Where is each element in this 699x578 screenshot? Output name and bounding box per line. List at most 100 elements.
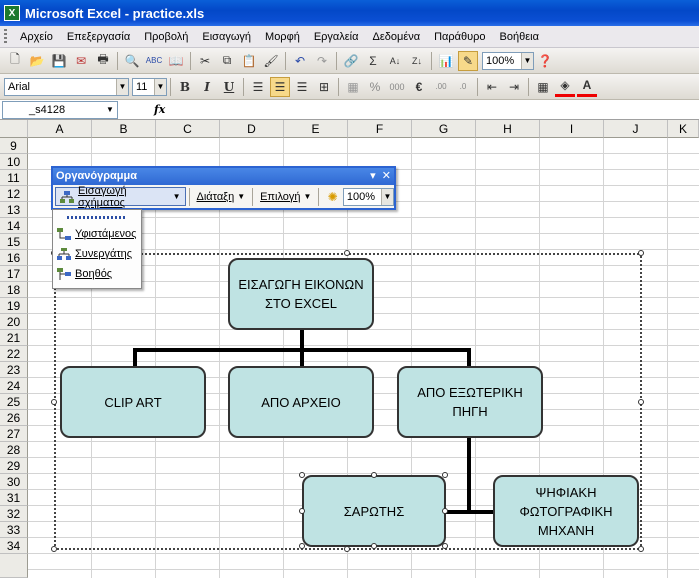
row-header[interactable]: 24 [0,378,28,394]
column-header[interactable]: I [540,120,604,138]
align-right-icon[interactable]: ☰ [292,77,312,97]
row-header[interactable]: 18 [0,282,28,298]
menu-data[interactable]: Δεδομένα [366,27,428,47]
undo-icon[interactable]: ↶ [290,51,310,71]
close-icon[interactable]: ✕ [382,170,391,182]
paste-icon[interactable]: 📋 [239,51,259,71]
menu-item-subordinate[interactable]: Υφιστάμενος [53,224,141,244]
row-header[interactable]: 33 [0,522,28,538]
row-header[interactable]: 9 [0,138,28,154]
zoom-combo[interactable]: 100% ▼ [482,51,534,70]
merge-center-icon[interactable]: ⊞ [314,77,334,97]
borders-icon[interactable]: ▦ [533,77,553,97]
font-combo[interactable]: Arial ▼ [4,77,129,96]
row-header[interactable]: 12 [0,186,28,202]
menu-window[interactable]: Παράθυρο [427,27,492,47]
fill-color-icon[interactable]: ◈ [555,77,575,97]
resize-handle[interactable] [344,250,350,256]
copy-icon[interactable]: ⧉ [217,51,237,71]
sort-desc-icon[interactable]: Z↓ [407,51,427,71]
grip-handle[interactable] [4,28,7,45]
org-node-root[interactable]: ΕΙΣΑΓΩΓΗ ΕΙΚΟΝΩΝ ΣΤΟ EXCEL [228,258,374,330]
currency-icon[interactable]: ▦ [343,77,363,97]
thousands-button[interactable]: 000 [387,77,407,97]
org-node-external-source[interactable]: ΑΠΟ ΕΞΩΤΕΡΙΚΗ ΠΗΓΗ [397,366,543,438]
node-selection-handle[interactable] [442,543,448,549]
row-header[interactable]: 16 [0,250,28,266]
row-header[interactable]: 27 [0,426,28,442]
node-selection-handle[interactable] [442,508,448,514]
org-node-scanner[interactable]: ΣΑΡΩΤΗΣ [302,475,446,547]
row-header[interactable]: 14 [0,218,28,234]
row-header[interactable]: 34 [0,538,28,554]
row-header[interactable]: 10 [0,154,28,170]
column-header[interactable]: E [284,120,348,138]
new-icon[interactable]: 🗋 [5,51,25,71]
save-icon[interactable]: 💾 [49,51,69,71]
chevron-down-icon[interactable]: ▼ [103,102,117,118]
toolbar-options-icon[interactable]: ▾ [370,170,376,182]
research-icon[interactable]: 📖 [166,51,186,71]
row-header[interactable]: 11 [0,170,28,186]
node-selection-handle[interactable] [299,508,305,514]
column-header[interactable]: C [156,120,220,138]
node-selection-handle[interactable] [371,543,377,549]
row-header[interactable]: 28 [0,442,28,458]
name-box[interactable]: _s4128 ▼ [2,100,118,119]
chevron-down-icon[interactable]: ▼ [116,78,128,95]
resize-handle[interactable] [638,250,644,256]
align-left-icon[interactable]: ☰ [248,77,268,97]
chevron-down-icon[interactable]: ▼ [154,78,166,95]
insert-shape-button[interactable]: Εισαγωγή σχήματος ▼ [55,185,186,209]
increase-decimal-icon[interactable]: .00 [431,77,451,97]
drawing-icon[interactable]: ✎ [458,50,478,71]
spelling-icon[interactable]: ABC [144,51,164,71]
menu-help[interactable]: Βοήθεια [493,27,546,47]
column-header[interactable]: B [92,120,156,138]
increase-indent-icon[interactable]: ⇥ [504,77,524,97]
row-header[interactable]: 30 [0,474,28,490]
percent-button[interactable]: % [365,77,385,97]
column-header[interactable]: H [476,120,540,138]
column-header[interactable]: A [28,120,92,138]
node-selection-handle[interactable] [371,472,377,478]
node-selection-handle[interactable] [299,472,305,478]
menu-file[interactable]: Αρχείο [13,27,60,47]
row-header[interactable]: 21 [0,330,28,346]
euro-button[interactable]: € [409,77,429,97]
org-zoom-combo[interactable]: 100% ▼ [342,187,394,206]
row-header[interactable]: 17 [0,266,28,282]
redo-icon[interactable]: ↷ [312,51,332,71]
row-header[interactable]: 22 [0,346,28,362]
chevron-down-icon[interactable]: ▼ [521,52,533,69]
menu-view[interactable]: Προβολή [137,27,195,47]
row-header[interactable]: 25 [0,394,28,410]
row-header[interactable]: 31 [0,490,28,506]
menu-insert[interactable]: Εισαγωγή [195,27,258,47]
layout-button[interactable]: Διάταξη ▼ [192,187,249,206]
decrease-indent-icon[interactable]: ⇤ [482,77,502,97]
org-node-clip-art[interactable]: CLIP ART [60,366,206,438]
cut-icon[interactable]: ✂ [195,51,215,71]
italic-button[interactable]: I [197,77,217,97]
decrease-decimal-icon[interactable]: .0 [453,77,473,97]
node-selection-handle[interactable] [299,543,305,549]
menu-tools[interactable]: Εργαλεία [307,27,366,47]
print-icon[interactable]: 🖶 [93,51,113,71]
select-all-corner[interactable] [0,120,28,138]
resize-handle[interactable] [51,546,57,552]
resize-handle[interactable] [638,399,644,405]
row-header[interactable]: 15 [0,234,28,250]
column-header[interactable]: D [220,120,284,138]
open-icon[interactable]: 📂 [27,51,47,71]
column-header[interactable]: J [604,120,668,138]
row-header[interactable]: 20 [0,314,28,330]
autosum-icon[interactable]: Σ [363,51,383,71]
format-painter-icon[interactable]: 🖌 [261,51,281,71]
menu-format[interactable]: Μορφή [258,27,307,47]
underline-button[interactable]: U [219,77,239,97]
permission-icon[interactable]: ✉ [71,51,91,71]
tear-off-handle[interactable] [53,210,141,224]
hyperlink-icon[interactable]: 🔗 [341,51,361,71]
org-node-from-file[interactable]: ΑΠΟ ΑΡΧΕΙΟ [228,366,374,438]
